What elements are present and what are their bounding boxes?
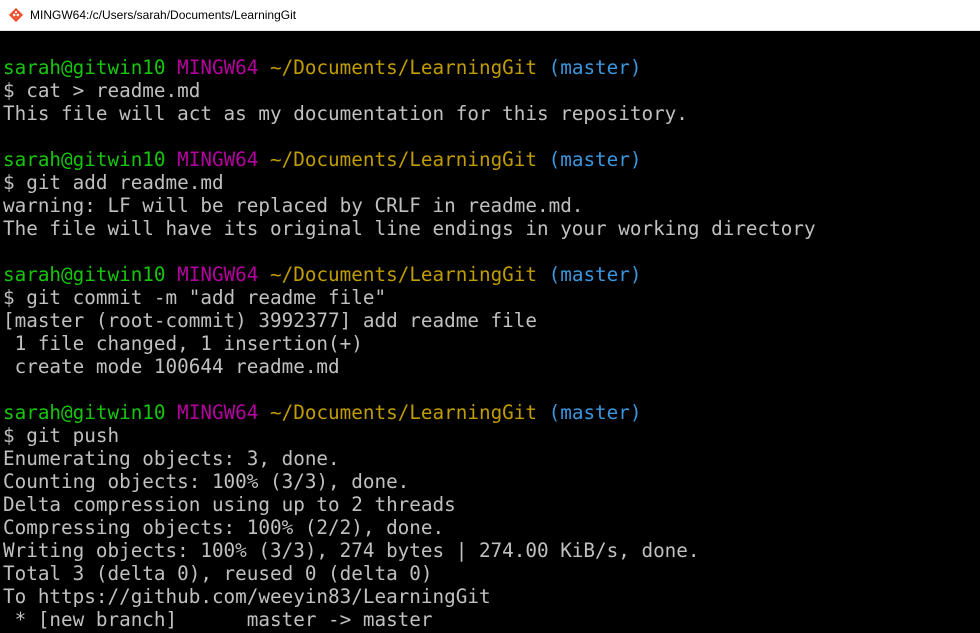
command-line: $ git push: [3, 424, 120, 447]
output-line: Total 3 (delta 0), reused 0 (delta 0): [3, 562, 433, 585]
prompt-branch: (master): [548, 401, 642, 424]
prompt-branch: (master): [548, 56, 642, 79]
output-line: Delta compression using up to 2 threads: [3, 493, 456, 516]
terminal-window: MINGW64:/c/Users/sarah/Documents/Learnin…: [0, 0, 980, 633]
output-line: Compressing objects: 100% (2/2), done.: [3, 516, 445, 539]
output-line: This file will act as my documentation f…: [3, 102, 688, 125]
prompt-line: sarah@gitwin10 MINGW64 ~/Documents/Learn…: [3, 148, 980, 171]
prompt-system: MINGW64: [177, 56, 259, 79]
prompt-system: MINGW64: [177, 401, 259, 424]
output-line: create mode 100644 readme.md: [3, 355, 340, 378]
output-line: Counting objects: 100% (3/3), done.: [3, 470, 410, 493]
output-line: warning: LF will be replaced by CRLF in …: [3, 194, 584, 217]
prompt-branch: (master): [548, 263, 642, 286]
prompt-branch: (master): [548, 148, 642, 171]
output-line: To https://github.com/weeyin83/LearningG…: [3, 585, 491, 608]
output-line: The file will have its original line end…: [3, 217, 816, 240]
prompt-line: sarah@gitwin10 MINGW64 ~/Documents/Learn…: [3, 263, 980, 286]
prompt-user: sarah@gitwin10: [3, 148, 166, 171]
prompt-path: ~/Documents/LearningGit: [270, 148, 538, 171]
terminal-output[interactable]: sarah@gitwin10 MINGW64 ~/Documents/Learn…: [0, 31, 980, 633]
title-bar[interactable]: MINGW64:/c/Users/sarah/Documents/Learnin…: [0, 0, 980, 31]
prompt-user: sarah@gitwin10: [3, 401, 166, 424]
output-line: Enumerating objects: 3, done.: [3, 447, 340, 470]
command-line: $ git add readme.md: [3, 171, 224, 194]
prompt-user: sarah@gitwin10: [3, 56, 166, 79]
prompt-line: sarah@gitwin10 MINGW64 ~/Documents/Learn…: [3, 401, 980, 424]
prompt-path: ~/Documents/LearningGit: [270, 401, 538, 424]
prompt-path: ~/Documents/LearningGit: [270, 263, 538, 286]
prompt-line: sarah@gitwin10 MINGW64 ~/Documents/Learn…: [3, 56, 980, 79]
prompt-system: MINGW64: [177, 263, 259, 286]
window-title: MINGW64:/c/Users/sarah/Documents/Learnin…: [30, 8, 297, 22]
output-line: * [new branch] master -> master: [3, 608, 433, 631]
git-bash-icon: [8, 7, 24, 23]
output-line: Writing objects: 100% (3/3), 274 bytes |…: [3, 539, 700, 562]
prompt-user: sarah@gitwin10: [3, 263, 166, 286]
prompt-system: MINGW64: [177, 148, 259, 171]
command-line: $ cat > readme.md: [3, 79, 201, 102]
prompt-path: ~/Documents/LearningGit: [270, 56, 538, 79]
output-line: 1 file changed, 1 insertion(+): [3, 332, 363, 355]
command-line: $ git commit -m "add readme file": [3, 286, 387, 309]
output-line: [master (root-commit) 3992377] add readm…: [3, 309, 537, 332]
